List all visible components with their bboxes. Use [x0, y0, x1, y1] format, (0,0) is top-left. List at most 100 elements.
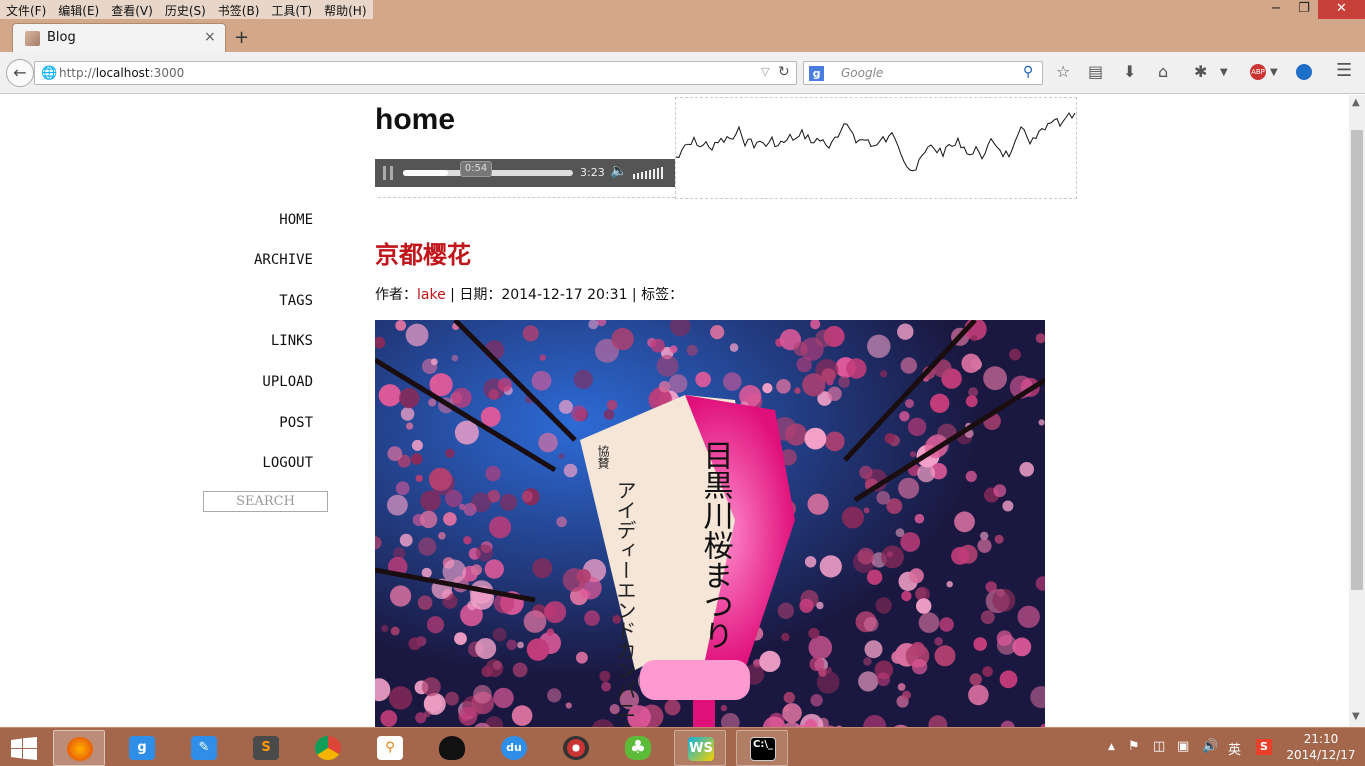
action-center-icon[interactable]: ⚑: [1128, 739, 1140, 754]
scroll-down-icon[interactable]: ▼: [1352, 711, 1360, 722]
nav-post[interactable]: POST: [279, 415, 313, 431]
extension-icon[interactable]: ✱: [1194, 62, 1207, 81]
taskbar-chrome[interactable]: [302, 730, 354, 766]
audio-player[interactable]: 0:54 3:23 🔈: [375, 159, 675, 187]
clock-time: 21:10: [1303, 732, 1339, 746]
clock-date: 2014/12/17: [1286, 748, 1356, 762]
taskbar-clover[interactable]: ♣: [612, 730, 664, 766]
home-icon[interactable]: ⌂: [1158, 62, 1168, 81]
audio-current-time: 0:54: [460, 161, 492, 177]
clock[interactable]: 21:10 2014/12/17: [1285, 731, 1357, 763]
favicon-icon: [25, 31, 40, 46]
volume-tray-icon[interactable]: 🔊: [1202, 739, 1218, 754]
extension-dropdown-icon[interactable]: ▼: [1220, 67, 1228, 78]
baidu-netdisk-icon: du: [501, 736, 527, 760]
lantern-side-text: アイディーエンドカンパニー: [613, 480, 637, 727]
taskbar-sublime[interactable]: S: [240, 730, 292, 766]
menu-history[interactable]: 历史(S): [159, 0, 212, 19]
back-button[interactable]: ←: [6, 59, 34, 87]
globe-icon: 🌐: [41, 66, 58, 81]
start-button[interactable]: [0, 730, 48, 766]
close-window-button[interactable]: ✕: [1318, 0, 1365, 19]
notes-icon: ✎: [191, 736, 217, 760]
nav-upload[interactable]: UPLOAD: [262, 374, 313, 390]
taskbar-cmd[interactable]: C:\_: [736, 730, 788, 766]
audio-progress-track[interactable]: 0:54: [403, 161, 573, 177]
nav-archive[interactable]: ARCHIVE: [254, 252, 313, 268]
restore-button[interactable]: ❐: [1290, 0, 1318, 19]
taskbar: g ✎ S ⚲ du ♣ WS C:\_ ▲ ⚑ ◫ ▣ 🔊 英 S 21:10…: [0, 727, 1365, 766]
menu-edit[interactable]: 编辑(E): [52, 0, 105, 19]
media-player-icon: [563, 736, 589, 760]
url-text: http://localhost:3000: [59, 66, 185, 80]
new-tab-button[interactable]: +: [234, 27, 249, 48]
taskbar-firefox[interactable]: [53, 730, 105, 766]
lantern-top-text: 協賛: [596, 444, 610, 470]
author-link[interactable]: lake: [417, 287, 446, 303]
search-tool-icon: ⚲: [377, 736, 403, 760]
pause-icon[interactable]: [383, 166, 393, 180]
clover-icon: ♣: [625, 736, 651, 760]
page-title: home: [375, 103, 456, 136]
menu-hamburger-icon[interactable]: ☰: [1336, 60, 1352, 81]
minimize-button[interactable]: −: [1262, 0, 1290, 19]
ime-indicator[interactable]: 英: [1228, 739, 1241, 758]
post-image: 目黒川桜まつり アイディーエンドカンパニー 協賛: [375, 320, 1045, 727]
firefox-icon: [67, 737, 93, 761]
page-scrollbar[interactable]: ▲ ▼: [1349, 95, 1365, 727]
nav-home[interactable]: HOME: [279, 212, 313, 228]
baidu-guard-icon: g: [129, 736, 155, 760]
waveform-visualizer: [675, 97, 1077, 199]
menu-tools[interactable]: 工具(T): [265, 0, 318, 19]
nav-tags[interactable]: TAGS: [279, 293, 313, 309]
sogou-ime-icon[interactable]: S: [1256, 739, 1272, 755]
menu-help[interactable]: 帮助(H): [318, 0, 372, 19]
search-magnifier-icon[interactable]: ⚲: [1023, 64, 1033, 80]
tray-expand-icon[interactable]: ▲: [1108, 742, 1115, 752]
scroll-up-icon[interactable]: ▲: [1352, 97, 1360, 108]
post-title[interactable]: 京都樱花: [375, 235, 471, 270]
volume-icon[interactable]: 🔈: [610, 163, 627, 179]
reading-list-icon[interactable]: ▤: [1088, 62, 1103, 81]
taskbar-qq[interactable]: [426, 730, 478, 766]
adblock-dropdown-icon[interactable]: ▼: [1270, 67, 1278, 78]
taskbar-baidu-netdisk[interactable]: du: [488, 730, 540, 766]
download-icon[interactable]: ⬇: [1123, 62, 1136, 81]
taskbar-webstorm[interactable]: WS: [674, 730, 726, 766]
taskbar-notes[interactable]: ✎: [178, 730, 230, 766]
menu-bookmarks[interactable]: 书签(B): [212, 0, 266, 19]
chrome-icon: [315, 736, 341, 760]
search-placeholder: Google: [841, 66, 884, 80]
url-dropdown-icon[interactable]: ▽: [761, 65, 769, 78]
taskbar-media-player[interactable]: [550, 730, 602, 766]
adblock-icon[interactable]: ABP: [1250, 64, 1266, 80]
bookmark-star-icon[interactable]: ☆: [1056, 62, 1070, 81]
menu-view[interactable]: 查看(V): [105, 0, 159, 19]
tab-title: Blog: [47, 30, 76, 45]
search-input[interactable]: SEARCH: [203, 491, 328, 512]
nav-logout[interactable]: LOGOUT: [262, 455, 313, 471]
lantern-text: 目黒川桜まつり: [698, 440, 734, 650]
sublime-icon: S: [253, 736, 279, 760]
google-icon[interactable]: g: [809, 66, 824, 81]
network-icon[interactable]: ▣: [1177, 739, 1189, 754]
tab-close-icon[interactable]: ×: [204, 29, 216, 45]
divider-line: [378, 197, 675, 198]
player-addon-icon[interactable]: [1296, 64, 1312, 80]
volume-level[interactable]: [633, 167, 663, 179]
scroll-thumb[interactable]: [1351, 130, 1363, 590]
search-bar[interactable]: g Google ⚲: [803, 61, 1043, 85]
nav-links[interactable]: LINKS: [271, 333, 313, 349]
tab-blog[interactable]: Blog ×: [12, 23, 226, 53]
audio-total-time: 3:23: [580, 166, 605, 179]
page-content: home 0:54 3:23 🔈 HOME ARCHIVE TAGS LINKS…: [0, 95, 1349, 727]
address-bar[interactable]: 🌐 http://localhost:3000 ▽ ↻: [34, 61, 797, 85]
taskbar-baidu-guard[interactable]: g: [116, 730, 168, 766]
menu-file[interactable]: 文件(F): [0, 0, 52, 19]
reload-icon[interactable]: ↻: [778, 64, 790, 80]
post-meta: 作者：lake | 日期：2014-12-17 20:31 | 标签：: [375, 287, 684, 303]
taskbar-search-tool[interactable]: ⚲: [364, 730, 416, 766]
tray-app-icon[interactable]: ◫: [1153, 739, 1165, 754]
qq-icon: [439, 736, 465, 760]
menu-bar: 文件(F) 编辑(E) 查看(V) 历史(S) 书签(B) 工具(T) 帮助(H…: [0, 0, 373, 19]
